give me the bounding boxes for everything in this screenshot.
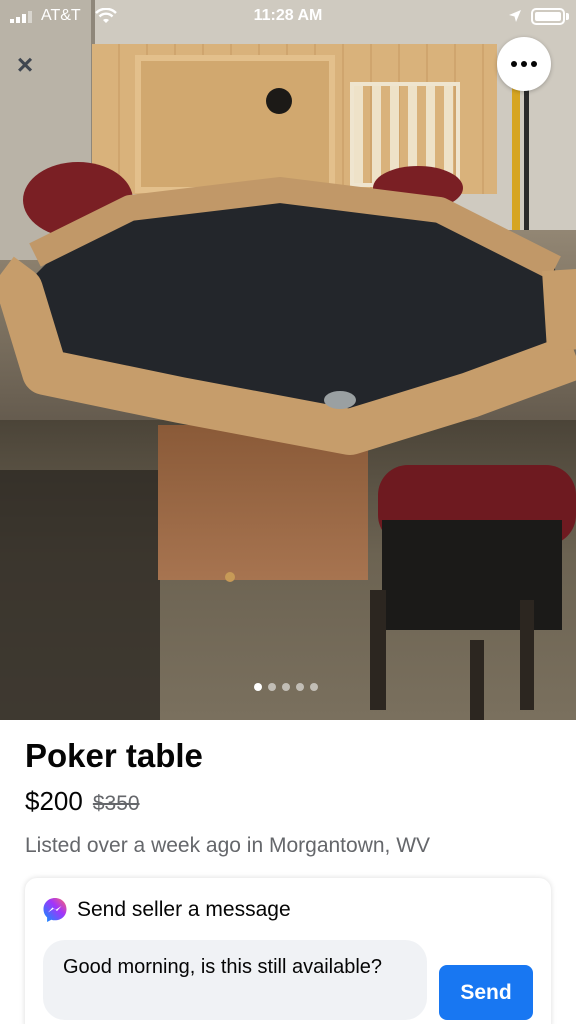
battery-cap [566,13,569,20]
more-dot [521,61,527,67]
more-dot [531,61,537,67]
photo-poker-table [0,162,576,720]
send-button[interactable]: Send [439,965,533,1020]
listing-title: Poker table [25,737,203,774]
location-arrow-icon [509,10,521,22]
page-dot[interactable] [282,683,290,691]
listed-info: Listed over a week ago in Morgantown, WV [25,834,431,857]
listing-price: $200 [25,786,83,816]
status-time: 11:28 AM [253,7,323,24]
more-options-button[interactable] [497,37,551,91]
price-row: $200 $350 [25,786,140,817]
page-dot-active[interactable] [254,683,262,691]
message-input[interactable]: Good morning, is this still available? [43,940,427,1020]
more-horizontal-icon [511,61,517,67]
battery-icon [531,8,565,25]
listing-photo[interactable]: × [0,0,576,720]
original-price: $350 [92,792,140,815]
message-seller-card: Send seller a message Good morning, is t… [25,878,551,1024]
close-icon[interactable]: × [12,51,38,79]
page-dot[interactable] [296,683,304,691]
message-heading: Send seller a message [77,898,291,921]
photo-pagination[interactable] [254,683,318,691]
page-dot[interactable] [268,683,276,691]
page-dot[interactable] [310,683,318,691]
messenger-icon [43,898,67,922]
status-bar: AT&T 11:28 AM [0,0,576,34]
